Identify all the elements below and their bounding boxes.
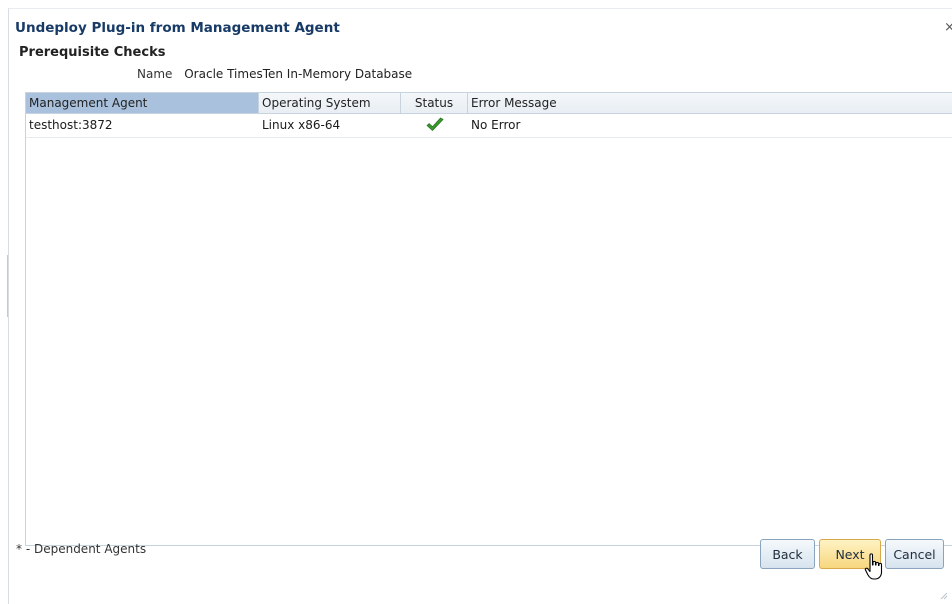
cancel-button[interactable]: Cancel — [885, 539, 944, 569]
plugin-name-row: Name Oracle TimesTen In-Memory Database — [137, 67, 412, 81]
name-value: Oracle TimesTen In-Memory Database — [184, 67, 413, 81]
column-header-status[interactable]: Status — [401, 93, 468, 113]
dialog-title: Undeploy Plug-in from Management Agent — [15, 20, 340, 36]
table-header: Management Agent Operating System Status… — [26, 93, 952, 114]
cell-error: No Error — [471, 118, 521, 132]
cell-agent: testhost:3872 — [29, 118, 113, 132]
dependent-agents-note: * - Dependent Agents — [16, 542, 147, 556]
cell-status — [401, 114, 468, 137]
back-button[interactable]: Back — [760, 539, 815, 569]
column-header-operating-system[interactable]: Operating System — [259, 93, 401, 113]
section-title: Prerequisite Checks — [19, 45, 166, 60]
check-icon — [426, 117, 443, 131]
cell-os: Linux x86-64 — [262, 118, 341, 132]
name-label: Name — [137, 67, 173, 81]
agents-table: Management Agent Operating System Status… — [25, 92, 952, 546]
next-button[interactable]: Next — [819, 539, 881, 569]
resize-grip-icon[interactable] — [940, 592, 948, 600]
close-icon[interactable]: × — [944, 20, 952, 35]
column-header-management-agent[interactable]: Management Agent — [26, 93, 259, 113]
undeploy-dialog: Undeploy Plug-in from Management Agent ×… — [8, 8, 952, 604]
table-row[interactable]: testhost:3872 Linux x86-64 No Error — [26, 114, 952, 138]
column-header-error-message[interactable]: Error Message — [468, 93, 952, 113]
